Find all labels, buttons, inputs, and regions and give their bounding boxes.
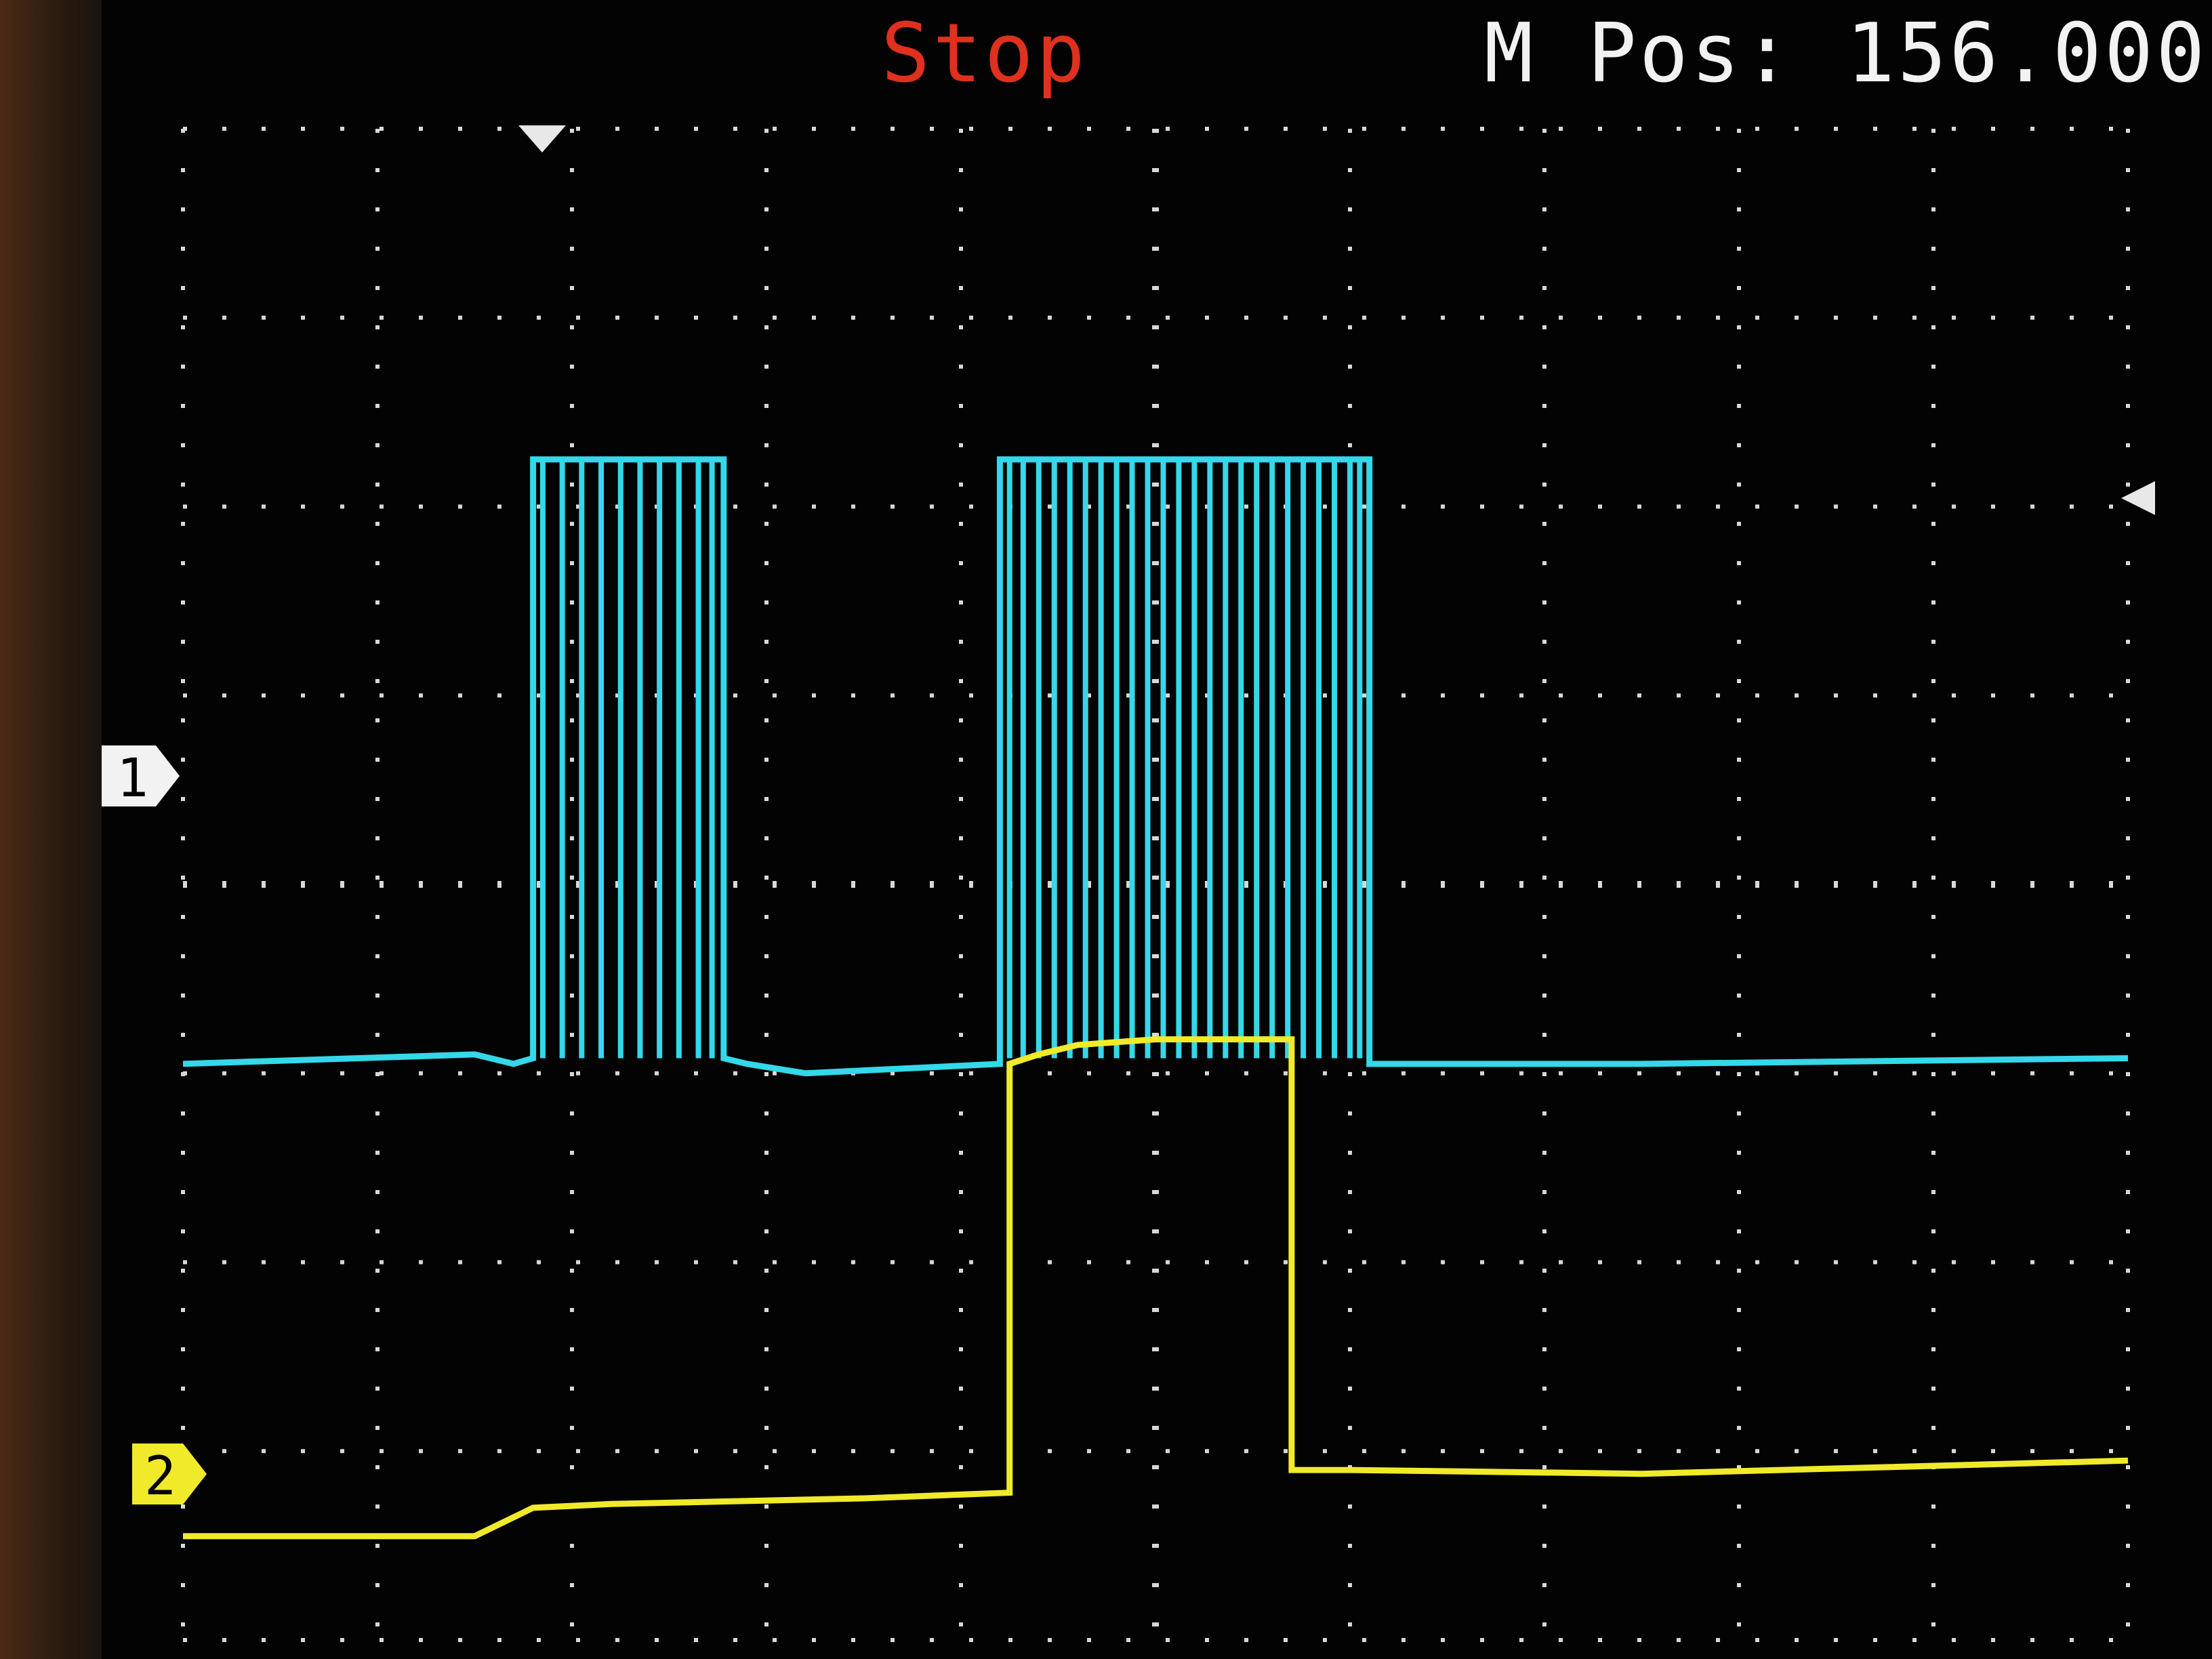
channel-1-burst-lines xyxy=(530,459,1372,1059)
channel-1-trace xyxy=(182,456,2129,1077)
channel-1-marker[interactable]: 1 xyxy=(102,745,180,809)
graticule-grid xyxy=(181,127,2130,1642)
oscilloscope-waveform-display: 1 2 xyxy=(102,125,2155,1642)
channel-1-label: 1 xyxy=(117,748,148,809)
trigger-position-marker[interactable] xyxy=(518,125,566,152)
channel-2-label: 2 xyxy=(144,1446,176,1507)
channel-2-marker[interactable]: 2 xyxy=(132,1443,207,1507)
